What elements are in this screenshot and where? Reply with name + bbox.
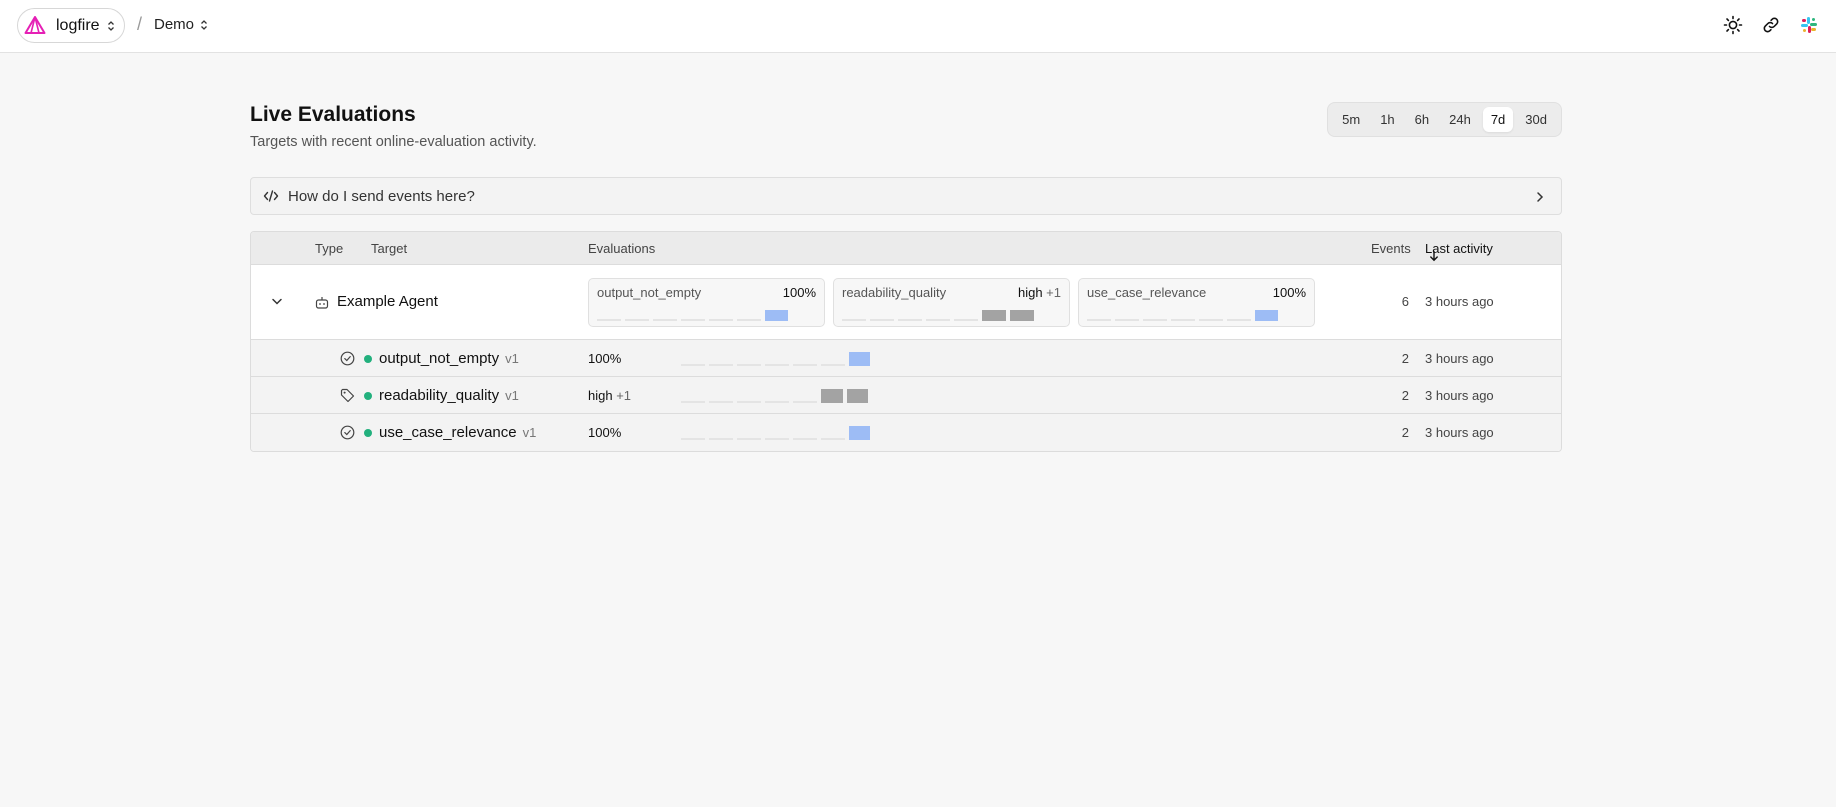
time-range-selector: 5m 1h 6h 24h 7d 30d [1327, 102, 1562, 137]
bot-icon [315, 296, 329, 309]
evaluations-table: Type Target Evaluations Events Last acti… [250, 231, 1562, 452]
evaluator-value: 100% [588, 425, 622, 440]
page-title: Live Evaluations [250, 103, 416, 126]
project-switcher[interactable]: Demo [154, 16, 208, 33]
col-target: Target [371, 241, 408, 256]
updown-chevron-icon [107, 20, 115, 32]
table-row-agent[interactable]: Example Agent output_not_empty 100% read… [251, 265, 1561, 340]
org-switcher[interactable]: logfire [17, 8, 125, 43]
evaluator-name: output_not_empty v1 [379, 350, 519, 367]
breadcrumb-separator: / [137, 14, 143, 34]
eval-card-value: 100% [782, 285, 816, 300]
check-circle-icon [340, 351, 355, 366]
evaluator-value: high +1 [588, 388, 632, 403]
col-events: Events [1371, 241, 1411, 256]
slack-icon[interactable] [1799, 15, 1819, 35]
spark-bar [765, 310, 788, 321]
eval-card-output-not-empty[interactable]: output_not_empty 100% [588, 278, 825, 327]
col-last-activity-sort[interactable]: Last activity [1425, 241, 1493, 262]
project-name: Demo [154, 16, 195, 33]
range-30d-button[interactable]: 30d [1517, 107, 1555, 132]
spark-bar [821, 389, 843, 403]
eval-card-use-case-relevance[interactable]: use_case_relevance 100% [1078, 278, 1315, 327]
link-icon[interactable] [1761, 15, 1781, 35]
org-name: logfire [56, 16, 100, 34]
code-icon [263, 189, 279, 203]
page-subtitle: Targets with recent online-evaluation ac… [250, 134, 537, 150]
help-text: How do I send events here? [288, 187, 475, 205]
last-activity: 3 hours ago [1425, 388, 1494, 403]
evaluator-name: readability_quality v1 [379, 387, 519, 404]
col-type: Type [315, 241, 344, 256]
table-row-evaluator[interactable]: output_not_empty v1 100% 2 3 hours ago [251, 340, 1561, 377]
range-7d-button[interactable]: 7d [1482, 107, 1514, 132]
table-row-evaluator[interactable]: readability_quality v1 high +1 2 3 hours … [251, 377, 1561, 414]
range-5m-button[interactable]: 5m [1334, 107, 1368, 132]
eval-card-readability-quality[interactable]: readability_quality high +1 [833, 278, 1070, 327]
evaluator-name: use_case_relevance v1 [379, 424, 537, 441]
spark-bar [847, 389, 868, 403]
arrow-down-icon [1429, 250, 1439, 262]
check-circle-icon [340, 425, 355, 440]
spark-bar [982, 310, 1006, 321]
chevron-right-icon [1535, 190, 1545, 204]
chevron-down-icon[interactable] [271, 297, 283, 306]
eval-card-value: 100% [1272, 285, 1306, 300]
evaluator-value: 100% [588, 351, 622, 366]
updown-chevron-icon [200, 19, 208, 31]
last-activity: 3 hours ago [1425, 294, 1494, 309]
sparkline [681, 426, 874, 440]
sparkline [681, 352, 874, 366]
spark-bar [849, 352, 870, 366]
range-24h-button[interactable]: 24h [1441, 107, 1479, 132]
sparkline [842, 310, 1038, 321]
status-dot [364, 392, 372, 400]
range-6h-button[interactable]: 6h [1407, 107, 1437, 132]
range-1h-button[interactable]: 1h [1372, 107, 1402, 132]
eval-card-name: readability_quality [842, 285, 947, 300]
spark-bar [1010, 310, 1034, 321]
last-activity: 3 hours ago [1425, 425, 1494, 440]
col-evaluations: Evaluations [588, 241, 656, 256]
eval-card-value: high +1 [1017, 285, 1061, 300]
table-header: Type Target Evaluations Events Last acti… [251, 232, 1561, 265]
events-count: 2 [1401, 425, 1409, 440]
sparkline [681, 389, 872, 403]
events-count: 6 [1401, 294, 1409, 309]
tag-icon [340, 388, 355, 403]
spark-bar [1255, 310, 1278, 321]
logfire-logo-icon [23, 14, 47, 38]
last-activity: 3 hours ago [1425, 351, 1494, 366]
status-dot [364, 355, 372, 363]
spark-bar [849, 426, 870, 440]
send-events-help-bar[interactable]: How do I send events here? [250, 177, 1562, 215]
events-count: 2 [1401, 388, 1409, 403]
top-navbar: logfire / Demo [0, 0, 1836, 53]
events-count: 2 [1401, 351, 1409, 366]
table-row-evaluator[interactable]: use_case_relevance v1 100% 2 3 hours ago [251, 414, 1561, 451]
status-dot [364, 429, 372, 437]
agent-name: Example Agent [337, 293, 438, 310]
sparkline [597, 310, 792, 321]
eval-card-name: use_case_relevance [1087, 285, 1207, 300]
eval-card-name: output_not_empty [597, 285, 702, 300]
theme-sun-icon[interactable] [1723, 15, 1743, 35]
sparkline [1087, 310, 1282, 321]
